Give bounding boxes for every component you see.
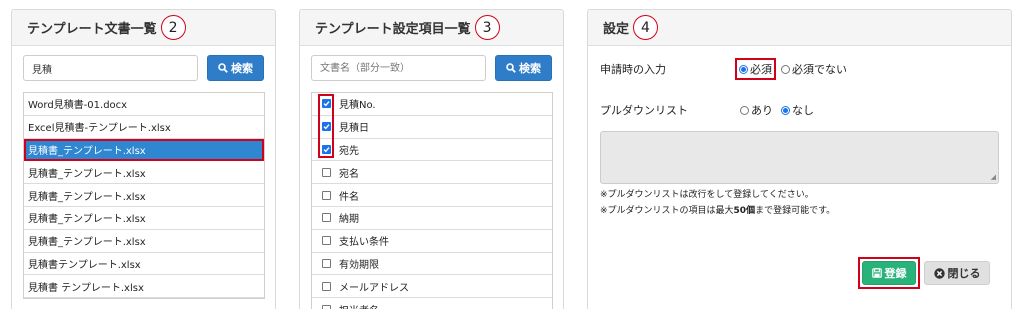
step-number: 4 (633, 15, 659, 40)
setting-item-row[interactable]: 見積日 (312, 116, 552, 139)
close-button[interactable]: 閉じる (924, 261, 990, 285)
document-list-item[interactable]: 見積書_テンプレート.xlsx (24, 184, 264, 207)
radio-dot-icon (739, 64, 748, 74)
setting-item-row[interactable]: 納期 (312, 207, 552, 230)
radio-dot-icon (781, 64, 790, 74)
document-search-input[interactable] (23, 55, 198, 81)
note-line-2: ※プルダウンリストの項目は最大50個まで登録可能です。 (600, 203, 835, 216)
note-text: ※プルダウンリストの項目は最大 (600, 206, 734, 216)
step-number: 3 (474, 15, 500, 40)
setting-item-row[interactable]: メールアドレス (312, 275, 552, 299)
dropdown-radio-group: あり なし (740, 102, 818, 118)
document-list-item[interactable]: Excel見積書-テンプレート.xlsx (24, 116, 264, 139)
checkbox-icon[interactable] (322, 236, 331, 246)
document-list-item[interactable]: Word見積書-01.docx (24, 93, 264, 116)
radio-label: 必須 (750, 63, 772, 76)
radio-not-required[interactable]: 必須でない (781, 61, 847, 77)
search-row: 検索 (311, 55, 552, 81)
setting-item-label: 見積No. (339, 100, 376, 112)
setting-item-label: 有効期限 (339, 259, 379, 271)
setting-item-list: 見積No. 見積日宛先宛名件名納期支払い条件有効期限メールアドレス担当者名 (311, 92, 553, 309)
setting-item-row[interactable]: 担当者名 (312, 298, 552, 309)
radio-required[interactable]: 必須 (735, 58, 776, 80)
panel-header: 設定 4 (588, 10, 1011, 46)
setting-item-row[interactable]: 宛名 (312, 161, 552, 185)
panel-title: 設定 (603, 22, 630, 37)
setting-item-label: 件名 (339, 191, 359, 203)
document-list-item[interactable]: 見積書_テンプレート.xlsx (24, 207, 264, 230)
checkbox-checked-icon[interactable] (322, 144, 331, 154)
panel-title: テンプレート設定項目一覧 (315, 22, 471, 37)
setting-item-row[interactable]: 件名 (312, 184, 552, 207)
search-icon (506, 63, 516, 73)
note-emphasis: 50個 (733, 206, 756, 216)
document-list-item[interactable]: 見積書_テンプレート.xlsx (24, 161, 264, 185)
checkbox-icon[interactable] (322, 213, 331, 223)
document-list: Word見積書-01.docx Excel見積書-テンプレート.xlsx 見積書_テ… (23, 92, 265, 300)
required-input-label: 申請時の入力 (600, 63, 666, 76)
checkbox-icon[interactable] (322, 304, 331, 309)
radio-dropdown-yes[interactable]: あり (740, 102, 773, 118)
required-radio-group: 必須 必須でない (735, 58, 851, 80)
setting-item-row[interactable]: 宛先 (312, 139, 552, 162)
setting-item-label: メールアドレス (339, 282, 409, 294)
save-icon (871, 268, 882, 278)
checkbox-checked-icon[interactable] (322, 99, 331, 109)
checkbox-icon[interactable] (322, 167, 331, 177)
radio-label: あり (751, 104, 773, 117)
panel-header: テンプレート文書一覧 2 (12, 10, 275, 46)
checkbox-icon[interactable] (322, 281, 331, 291)
template-document-panel: テンプレート文書一覧 2 検索 Word見積書-01.docxExcel見積書-… (11, 9, 276, 309)
resize-grip-icon[interactable]: ◢ (991, 174, 996, 181)
search-icon (218, 63, 228, 73)
dropdown-items-textarea[interactable]: ◢ (600, 131, 999, 184)
document-list-item[interactable]: 見積書_テンプレート.xlsx (24, 138, 264, 162)
radio-dropdown-no[interactable]: なし (781, 102, 814, 118)
save-button[interactable]: 登録 (862, 261, 916, 285)
dropdown-list-label: プルダウンリスト (600, 104, 688, 117)
document-list-item[interactable]: 見積書テンプレート.xlsx (24, 253, 264, 276)
radio-label: 必須でない (792, 63, 847, 76)
step-number: 2 (160, 15, 186, 40)
setting-item-label: 納期 (339, 214, 359, 226)
note-text: まで登録可能です。 (755, 206, 836, 216)
setting-item-row[interactable]: 見積No. (312, 93, 552, 116)
checkbox-icon[interactable] (322, 190, 331, 200)
save-button-label: 登録 (884, 267, 907, 280)
radio-dot-icon (740, 105, 749, 115)
setting-item-row[interactable]: 有効期限 (312, 253, 552, 276)
document-list-item[interactable]: 見積書 テンプレート.xlsx (24, 275, 264, 299)
search-button[interactable]: 検索 (207, 55, 264, 81)
setting-item-label: 見積日 (339, 123, 369, 135)
note-line-1: ※プルダウンリストは改行をして登録してください。 (600, 190, 814, 200)
search-row: 検索 (23, 55, 264, 81)
panel-header: テンプレート設定項目一覧 3 (300, 10, 563, 46)
radio-label: なし (792, 104, 814, 117)
panel-title: テンプレート文書一覧 (27, 22, 157, 37)
close-button-label: 閉じる (947, 267, 981, 280)
setting-item-row[interactable]: 支払い条件 (312, 230, 552, 253)
search-button[interactable]: 検索 (495, 55, 552, 81)
radio-dot-icon (781, 105, 790, 115)
settings-panel: 設定 4 申請時の入力 必須 必須でない プルダウンリスト あり なし ◢ ※プ… (587, 9, 1012, 309)
item-search-input[interactable] (311, 55, 486, 81)
template-settings-panel: テンプレート設定項目一覧 3 検索 見積No. 見積日宛先宛名件名納期支払い条件有… (299, 9, 564, 309)
checkbox-checked-icon[interactable] (322, 122, 331, 132)
close-circle-icon (933, 267, 945, 279)
search-button-label: 検索 (231, 62, 253, 75)
setting-item-label: 支払い条件 (339, 237, 389, 249)
setting-item-label: 宛先 (339, 145, 359, 157)
setting-item-label: 担当者名 (339, 302, 379, 309)
setting-item-label: 宛名 (339, 168, 359, 180)
search-button-label: 検索 (519, 62, 541, 75)
checkbox-icon[interactable] (322, 258, 331, 268)
document-list-item[interactable]: 見積書_テンプレート.xlsx (24, 230, 264, 253)
